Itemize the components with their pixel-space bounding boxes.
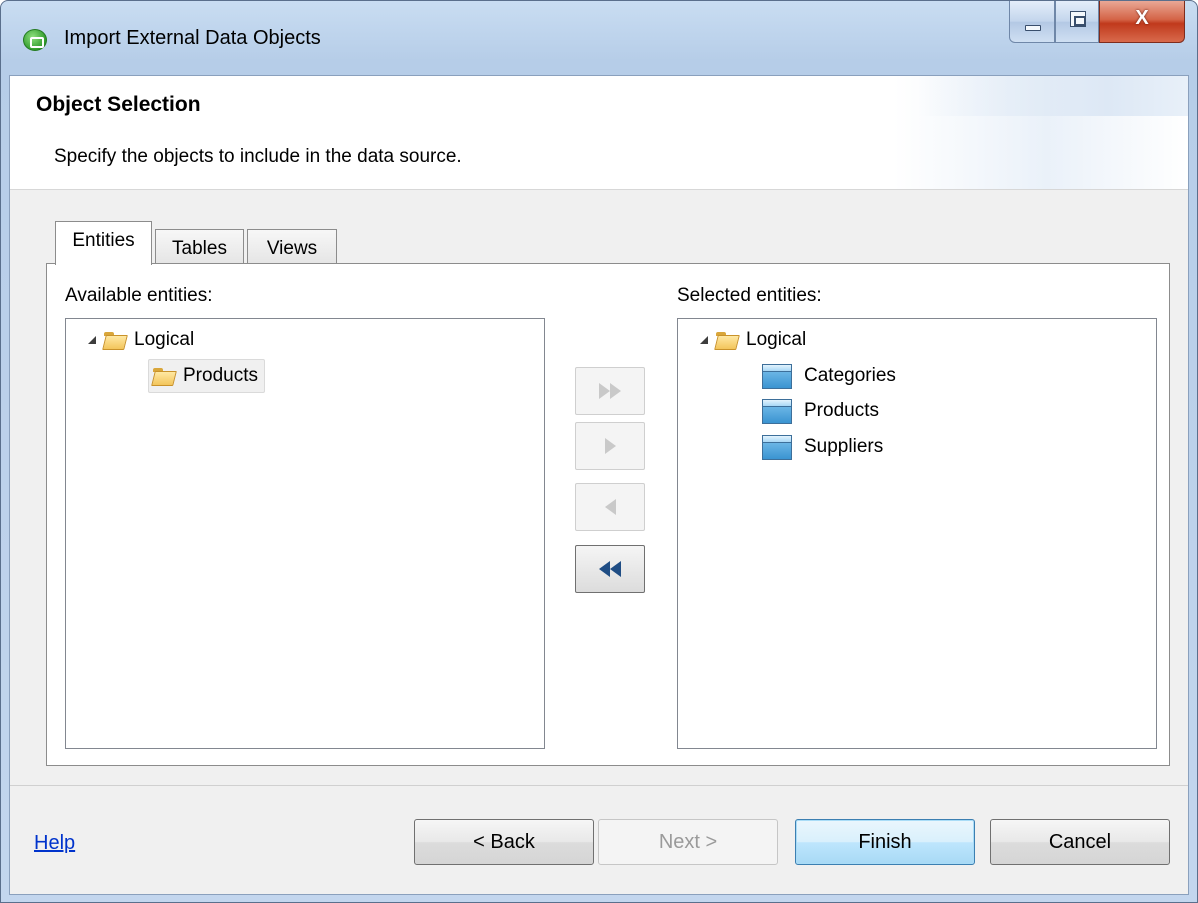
close-icon: X — [1135, 7, 1149, 29]
open-folder-icon — [153, 367, 175, 385]
minimize-button[interactable] — [1009, 1, 1055, 43]
page-title: Object Selection — [36, 93, 201, 116]
dialog-window: Import External Data Objects X Object Se… — [0, 0, 1198, 903]
finish-button[interactable]: Finish — [795, 819, 975, 865]
double-arrow-right-icon — [599, 383, 610, 399]
tree-node-label: Logical — [746, 329, 807, 350]
back-button[interactable]: < Back — [414, 819, 594, 865]
caption-buttons: X — [1009, 1, 1185, 45]
maximize-icon — [1070, 11, 1086, 27]
tree-node-categories[interactable]: Categories — [762, 359, 896, 393]
title-bar[interactable]: Import External Data Objects X — [1, 1, 1197, 75]
available-entities-tree[interactable]: Logical Products — [65, 318, 545, 749]
entity-table-icon — [762, 434, 792, 460]
available-entities-label: Available entities: — [65, 285, 213, 306]
footer-separator — [10, 785, 1188, 786]
dialog-client-area: Object Selection Specify the objects to … — [9, 75, 1189, 895]
wizard-header: Object Selection Specify the objects to … — [10, 76, 1188, 190]
expand-arrow-icon[interactable] — [88, 336, 96, 344]
close-button[interactable]: X — [1099, 1, 1185, 43]
page-description: Specify the objects to include in the da… — [54, 146, 462, 167]
tab-views[interactable]: Views — [247, 229, 337, 266]
add-all-button[interactable] — [575, 367, 645, 415]
tree-node-products[interactable]: Products — [148, 359, 265, 393]
minimize-icon — [1025, 25, 1041, 31]
entity-table-icon — [762, 398, 792, 424]
remove-all-button[interactable] — [575, 545, 645, 593]
open-folder-icon — [104, 331, 126, 349]
window-title: Import External Data Objects — [64, 27, 321, 49]
header-decoration — [918, 76, 1188, 116]
tree-node-label: Categories — [804, 365, 896, 386]
entity-table-icon — [762, 363, 792, 389]
double-arrow-left-icon — [599, 561, 610, 577]
tree-node-suppliers[interactable]: Suppliers — [762, 430, 883, 464]
help-link[interactable]: Help — [34, 832, 75, 855]
tree-node-logical[interactable]: Logical — [700, 323, 806, 357]
tree-node-logical[interactable]: Logical — [88, 323, 194, 357]
remove-button[interactable] — [575, 483, 645, 531]
entities-tab-panel: Available entities: Selected entities: L… — [46, 263, 1170, 766]
expand-arrow-icon[interactable] — [700, 336, 708, 344]
arrow-left-icon — [604, 499, 616, 515]
next-button[interactable]: Next > — [598, 819, 778, 865]
arrow-right-icon — [604, 438, 616, 454]
tab-entities[interactable]: Entities — [55, 221, 152, 265]
tree-node-label: Products — [183, 365, 258, 386]
tree-node-label: Logical — [134, 329, 195, 350]
app-icon — [23, 29, 47, 51]
selected-entities-label: Selected entities: — [677, 285, 822, 306]
open-folder-icon — [716, 331, 738, 349]
tree-node-label: Suppliers — [804, 436, 884, 457]
add-button[interactable] — [575, 422, 645, 470]
maximize-button[interactable] — [1055, 1, 1099, 43]
cancel-button[interactable]: Cancel — [990, 819, 1170, 865]
tree-node-products[interactable]: Products — [762, 394, 879, 428]
selected-entities-tree[interactable]: Logical Categories Products Suppliers — [677, 318, 1157, 749]
tree-node-label: Products — [804, 400, 879, 421]
tab-tables[interactable]: Tables — [155, 229, 244, 266]
